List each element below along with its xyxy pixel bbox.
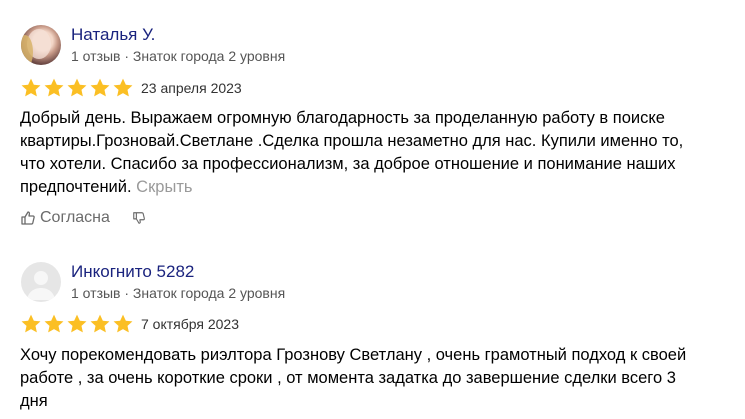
review-body: Хочу порекомендовать риэлтора Грознову С… [20, 346, 687, 410]
like-button[interactable]: Согласна [20, 209, 110, 227]
star-icon [67, 78, 87, 97]
dislike-button[interactable] [132, 210, 146, 226]
star-icon [90, 314, 110, 333]
like-label: Согласна [40, 209, 110, 226]
review-date: 23 апреля 2023 [141, 80, 242, 96]
rating-stars [20, 77, 134, 99]
user-placeholder-icon [27, 271, 55, 300]
thumbs-down-icon [133, 212, 145, 224]
star-icon [90, 78, 110, 97]
author-name[interactable]: Инкогнито 5282 [71, 262, 194, 282]
star-icon [113, 314, 133, 333]
user-avatar[interactable] [21, 25, 61, 65]
star-icon [113, 78, 133, 97]
review-text: Добрый день. Выражаем огромную благодарн… [20, 107, 700, 199]
author-meta: 1 отзыв · Знаток города 2 уровня [71, 285, 286, 301]
author-name[interactable]: Наталья У. [71, 25, 155, 45]
star-icon [21, 314, 41, 333]
star-icon [44, 314, 64, 333]
review-text: Хочу порекомендовать риэлтора Грознову С… [20, 344, 700, 413]
star-icon [44, 78, 64, 97]
review-body: Добрый день. Выражаем огромную благодарн… [20, 109, 684, 196]
review-date: 7 октября 2023 [141, 316, 239, 332]
rating-stars [20, 313, 134, 335]
thumbs-up-icon [21, 211, 35, 225]
author-meta: 1 отзыв · Знаток города 2 уровня [71, 48, 286, 64]
star-icon [67, 314, 87, 333]
review-actions: Согласна [20, 207, 146, 229]
hide-link[interactable]: Скрыть [136, 178, 192, 196]
user-avatar[interactable] [21, 262, 61, 302]
star-icon [21, 78, 41, 97]
